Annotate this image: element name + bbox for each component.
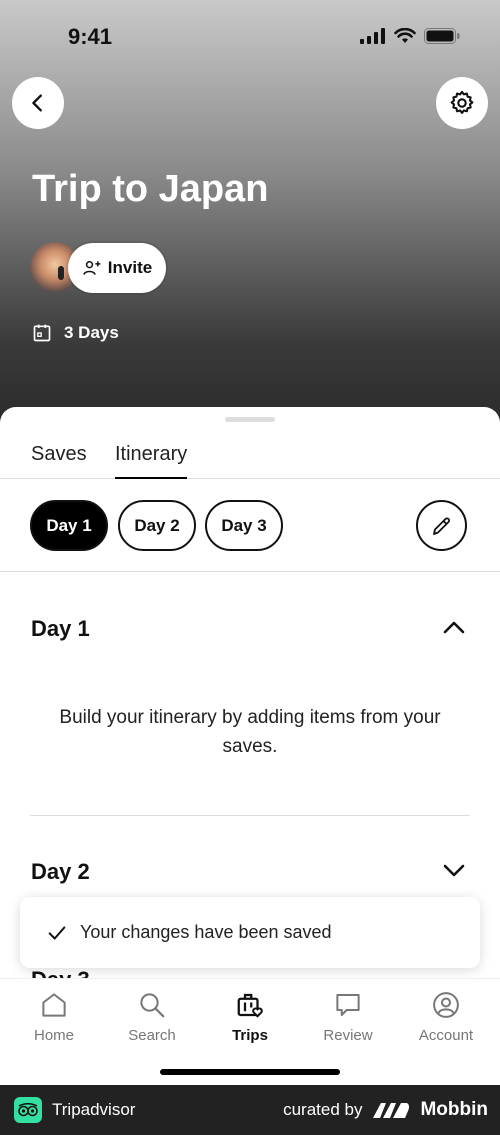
mobbin-logo-icon bbox=[373, 1103, 410, 1118]
curated-by: curated by Mobbin bbox=[283, 1099, 488, 1121]
toast-message: Your changes have been saved bbox=[80, 922, 332, 942]
avatar-figure bbox=[58, 266, 64, 280]
day-chip-row: Day 1 Day 2 Day 3 bbox=[0, 500, 500, 572]
invite-button[interactable]: Invite bbox=[68, 243, 166, 293]
day-divider bbox=[30, 815, 470, 816]
nav-search-label: Search bbox=[128, 1027, 176, 1044]
trip-duration: 3 Days bbox=[32, 323, 119, 343]
brand-name: Tripadvisor bbox=[52, 1100, 136, 1119]
edit-itinerary-button[interactable] bbox=[416, 500, 467, 551]
tripadvisor-logo-icon bbox=[14, 1097, 42, 1123]
nav-search[interactable]: Search bbox=[102, 989, 202, 1044]
trips-icon bbox=[237, 993, 263, 1018]
trip-settings-button[interactable] bbox=[436, 77, 488, 129]
back-button[interactable] bbox=[12, 77, 64, 129]
nav-review-icon-wrap bbox=[298, 989, 398, 1021]
trip-duration-label: 3 Days bbox=[64, 323, 119, 342]
account-icon bbox=[433, 992, 459, 1018]
nav-trips[interactable]: Trips bbox=[200, 989, 300, 1044]
day-chip-2[interactable]: Day 2 bbox=[118, 500, 196, 551]
home-indicator bbox=[160, 1069, 340, 1075]
chevron-down-icon[interactable] bbox=[440, 859, 468, 881]
nav-search-icon-wrap bbox=[102, 989, 202, 1021]
owl-eyes-icon bbox=[18, 1102, 38, 1117]
nav-trips-label: Trips bbox=[232, 1027, 268, 1044]
day-1-header[interactable]: Day 1 bbox=[31, 616, 90, 642]
trip-hero-header: 9:41 Trip to Japan Invite 3 Days bbox=[0, 0, 500, 430]
tripadvisor-brand: Tripadvisor bbox=[14, 1097, 135, 1123]
status-icons bbox=[360, 28, 460, 44]
nav-home-icon-wrap bbox=[4, 989, 104, 1021]
home-icon bbox=[42, 993, 66, 1017]
curated-by-label: curated by bbox=[283, 1100, 363, 1119]
tab-saves[interactable]: Saves bbox=[31, 443, 87, 479]
nav-review-label: Review bbox=[323, 1027, 373, 1044]
pencil-icon bbox=[432, 517, 450, 535]
calendar-icon bbox=[33, 324, 51, 342]
saved-toast: Your changes have been saved bbox=[20, 897, 480, 968]
bottom-nav-bar: Home Search Trips Review Account bbox=[0, 978, 500, 1085]
curator-name: Mobbin bbox=[420, 1099, 488, 1120]
invite-label: Invite bbox=[107, 258, 153, 277]
day-2-header[interactable]: Day 2 bbox=[31, 859, 90, 885]
nav-review[interactable]: Review bbox=[298, 989, 398, 1044]
nav-account-icon-wrap bbox=[396, 989, 496, 1021]
sheet-drag-handle[interactable] bbox=[225, 417, 275, 422]
gear-icon bbox=[450, 90, 474, 114]
search-icon bbox=[140, 993, 165, 1018]
day-1-empty-message: Build your itinerary by adding items fro… bbox=[59, 707, 441, 757]
nav-home[interactable]: Home bbox=[4, 989, 104, 1044]
status-bar: 9:41 bbox=[0, 22, 500, 52]
tab-bar: Saves Itinerary bbox=[0, 443, 500, 479]
nav-trips-icon-wrap bbox=[200, 989, 300, 1021]
tab-itinerary[interactable]: Itinerary bbox=[115, 443, 188, 479]
battery-icon bbox=[424, 28, 460, 44]
nav-account[interactable]: Account bbox=[396, 989, 496, 1044]
chevron-left-icon bbox=[32, 94, 42, 112]
chevron-up-icon[interactable] bbox=[440, 617, 468, 639]
nav-home-label: Home bbox=[33, 1027, 74, 1044]
trip-title: Trip to Japan bbox=[32, 168, 269, 210]
cellular-signal-icon bbox=[360, 28, 385, 44]
nav-account-label: Account bbox=[418, 1027, 474, 1044]
attribution-footer: Tripadvisor curated by Mobbin bbox=[0, 1085, 500, 1135]
day-chip-3[interactable]: Day 3 bbox=[205, 500, 283, 551]
wifi-icon bbox=[394, 28, 416, 43]
checkmark-icon bbox=[48, 925, 66, 940]
review-icon bbox=[336, 994, 360, 1016]
add-person-icon bbox=[83, 261, 101, 275]
status-time: 9:41 bbox=[68, 24, 113, 49]
day-chip-1[interactable]: Day 1 bbox=[30, 500, 108, 551]
